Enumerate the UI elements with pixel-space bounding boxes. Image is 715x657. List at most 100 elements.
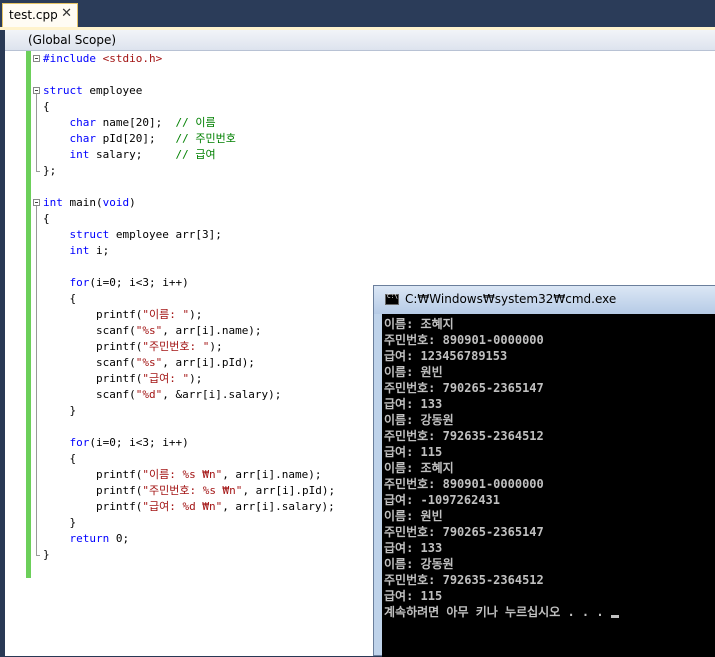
- code-token: int: [43, 196, 63, 209]
- code-line: #include <stdio.h>: [43, 51, 162, 67]
- console-line: 이름: 원빈: [384, 509, 443, 523]
- code-token: , arr[i].name);: [222, 468, 322, 481]
- code-token: };: [43, 164, 57, 177]
- code-line: }: [43, 515, 76, 531]
- console-line: 주민번호: 890901-0000000: [384, 477, 544, 491]
- code-token: "%d": [135, 388, 163, 401]
- code-token: char: [43, 132, 96, 145]
- close-icon[interactable]: ✕: [61, 6, 72, 21]
- code-line: char name[20]; // 이름: [43, 115, 216, 131]
- outline-line: [36, 94, 37, 171]
- code-token: 0;: [109, 532, 130, 545]
- code-line: int i;: [43, 243, 109, 259]
- console-title: C:₩Windows₩system32₩cmd.exe: [405, 292, 617, 306]
- outline-end-tick: [36, 171, 40, 172]
- code-token: , arr[i].salary);: [222, 500, 335, 513]
- code-token: // 주민번호: [175, 132, 236, 145]
- code-token: "%s": [135, 356, 163, 369]
- code-token: return: [43, 532, 110, 545]
- console-line: 급여: 115: [384, 445, 443, 459]
- code-line: {: [43, 211, 50, 227]
- console-line: 주민번호: 792635-2364512: [384, 429, 544, 443]
- console-line: 이름: 강동원: [384, 557, 454, 571]
- code-line: char pId[20]; // 주민번호: [43, 131, 236, 147]
- console-line: 계속하려면 아무 키나 누르십시오 . . .: [384, 605, 611, 619]
- outline-end-tick: [36, 555, 40, 556]
- code-token: );: [189, 372, 203, 385]
- code-token: ): [129, 196, 136, 209]
- code-token: i;: [89, 244, 110, 257]
- code-token: int: [43, 148, 90, 161]
- collapse-toggle-icon[interactable]: [33, 199, 40, 206]
- scope-label: (Global Scope): [28, 33, 117, 47]
- tab-label: test.cpp: [9, 8, 58, 22]
- code-line: scanf("%d", &arr[i].salary);: [43, 387, 281, 403]
- code-token: {: [43, 212, 50, 225]
- console-line: 급여: 123456789153: [384, 349, 508, 363]
- code-token: scanf(: [43, 388, 136, 401]
- code-token: scanf(: [43, 356, 136, 369]
- code-line: {: [43, 291, 76, 307]
- code-token: "%s": [135, 324, 163, 337]
- tab-test-cpp[interactable]: test.cpp ✕: [2, 3, 78, 27]
- code-token: // 급여: [175, 148, 216, 161]
- code-line: }: [43, 403, 76, 419]
- console-line: 이름: 원빈: [384, 365, 443, 379]
- console-output[interactable]: 이름: 조혜지 주민번호: 890901-0000000 급여: 123456789…: [382, 314, 715, 657]
- text-cursor: [611, 615, 619, 618]
- code-token: char: [43, 116, 96, 129]
- code-token: {: [43, 100, 50, 113]
- code-token: #include: [43, 52, 103, 65]
- code-line: printf("이름: ");: [43, 307, 202, 323]
- outline-gutter: [31, 51, 43, 656]
- code-line: printf("급여: ");: [43, 371, 202, 387]
- code-token: <stdio.h>: [102, 52, 163, 65]
- code-line: struct employee arr[3];: [43, 227, 222, 243]
- code-token: {: [43, 292, 77, 305]
- code-token: int: [43, 244, 90, 257]
- code-token: // 이름: [175, 116, 216, 129]
- collapse-toggle-icon[interactable]: [33, 87, 40, 94]
- code-token: }: [43, 516, 77, 529]
- code-token: pId[20];: [95, 132, 176, 145]
- outline-line: [36, 206, 37, 555]
- console-line: 이름: 강동원: [384, 413, 454, 427]
- code-line: }: [43, 547, 50, 563]
- code-line: printf("이름: %s ₩n", arr[i].name);: [43, 467, 322, 483]
- code-token: employee: [82, 84, 143, 97]
- code-token: "급여: %d ₩n": [142, 500, 223, 513]
- code-line: struct employee: [43, 83, 142, 99]
- console-titlebar[interactable]: C:₩Windows₩system32₩cmd.exe: [374, 286, 715, 314]
- code-token: "급여: ": [142, 372, 190, 385]
- code-token: struct: [43, 228, 110, 241]
- code-token: printf(: [43, 500, 143, 513]
- cmd-icon: [385, 293, 399, 305]
- code-token: );: [189, 308, 203, 321]
- console-line: 주민번호: 890901-0000000: [384, 333, 544, 347]
- console-line: 급여: 115: [384, 589, 443, 603]
- code-token: }: [43, 404, 77, 417]
- code-line: for(i=0; i<3; i++): [43, 435, 188, 451]
- code-line: {: [43, 451, 76, 467]
- code-line: int main(void): [43, 195, 136, 211]
- console-window[interactable]: C:₩Windows₩system32₩cmd.exe 이름: 조혜지주민번호:…: [373, 285, 715, 657]
- scope-dropdown[interactable]: (Global Scope): [5, 30, 715, 51]
- indicator-margin: [5, 51, 25, 656]
- tab-strip: test.cpp ✕: [0, 0, 715, 30]
- console-line: 급여: 133: [384, 397, 443, 411]
- console-line: 이름: 조혜지: [384, 461, 454, 475]
- code-token: "이름: %s ₩n": [142, 468, 223, 481]
- code-token: "이름: ": [142, 308, 190, 321]
- code-token: for: [43, 276, 90, 289]
- code-token: printf(: [43, 468, 143, 481]
- code-token: main(: [62, 196, 103, 209]
- collapse-toggle-icon[interactable]: [33, 55, 40, 62]
- code-token: "주민번호: ": [142, 340, 210, 353]
- code-token: employee arr[3];: [109, 228, 222, 241]
- code-line: printf("급여: %d ₩n", arr[i].salary);: [43, 499, 335, 515]
- code-line: int salary; // 급여: [43, 147, 216, 163]
- code-token: salary;: [89, 148, 176, 161]
- code-line: {: [43, 99, 50, 115]
- code-token: printf(: [43, 484, 143, 497]
- code-line: };: [43, 163, 56, 179]
